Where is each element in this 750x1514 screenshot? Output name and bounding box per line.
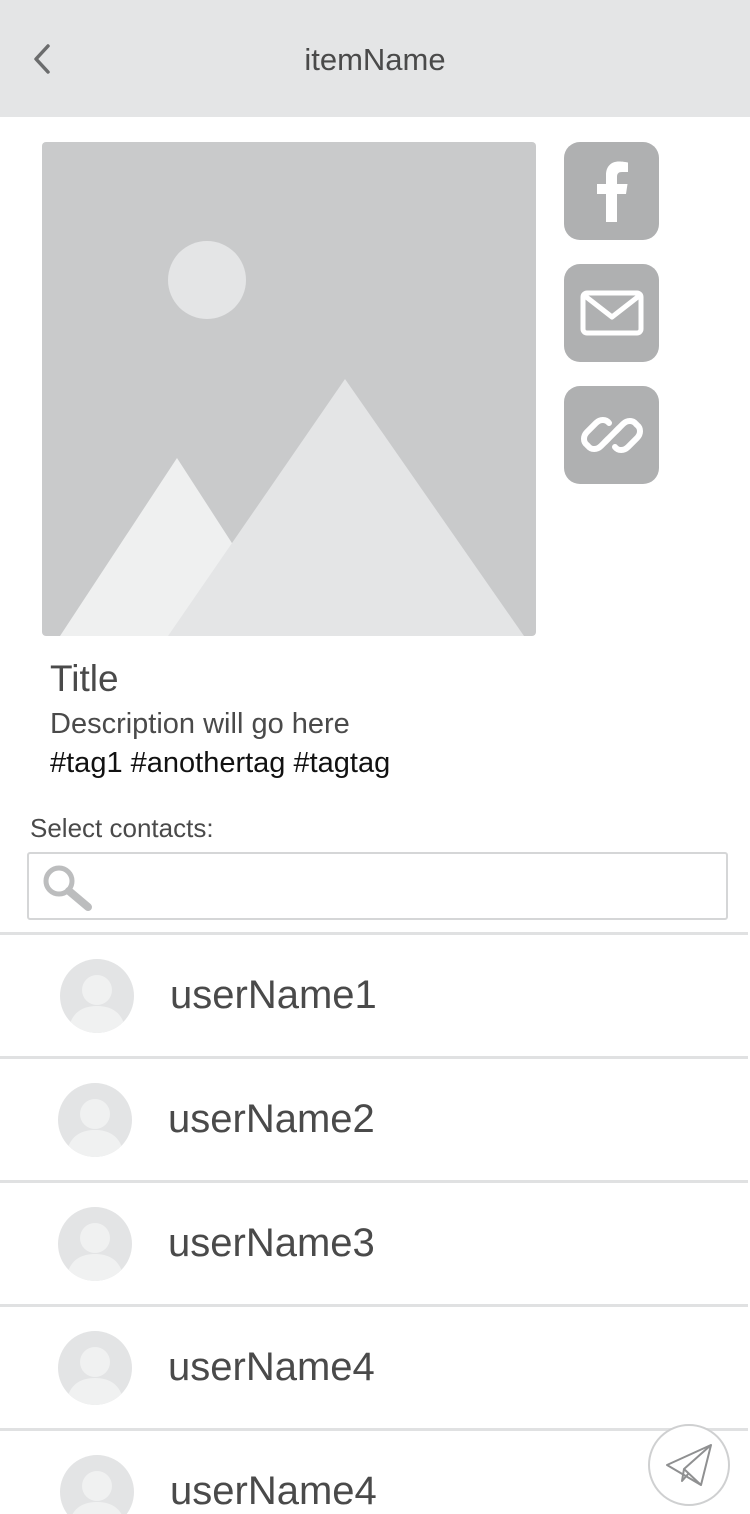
- image-placeholder-icon: [60, 241, 524, 636]
- user-icon: [66, 1099, 124, 1157]
- contact-name: userName4: [168, 1345, 375, 1389]
- item-image: [42, 142, 536, 636]
- contact-name: userName2: [168, 1097, 375, 1141]
- contact-item[interactable]: userName2: [0, 1059, 748, 1180]
- user-icon: [66, 1347, 124, 1405]
- copy-link-button[interactable]: [564, 386, 659, 484]
- avatar: [58, 1083, 132, 1157]
- contact-item[interactable]: userName3: [0, 1183, 748, 1304]
- send-button[interactable]: [648, 1424, 730, 1506]
- share-facebook-button[interactable]: [564, 142, 659, 240]
- contact-name: userName4: [170, 1469, 377, 1513]
- app-header: itemName: [0, 0, 750, 117]
- item-title: Title: [50, 658, 119, 699]
- user-icon: [66, 1223, 124, 1281]
- avatar: [60, 1455, 134, 1514]
- user-icon: [72, 1471, 122, 1514]
- contact-name: userName3: [168, 1221, 375, 1265]
- contact-name: userName1: [170, 973, 377, 1017]
- contact-item[interactable]: userName1: [0, 935, 748, 1056]
- avatar: [60, 959, 134, 1033]
- mail-icon: [580, 290, 643, 336]
- facebook-icon: [596, 161, 628, 222]
- share-email-button[interactable]: [564, 264, 659, 362]
- item-tags: #tag1 #anothertag #tagtag: [50, 747, 391, 779]
- avatar: [58, 1331, 132, 1405]
- search-icon: [43, 865, 92, 911]
- avatar: [58, 1207, 132, 1281]
- contact-item[interactable]: userName4: [0, 1431, 748, 1514]
- link-icon: [580, 417, 643, 453]
- item-description: Description will go here: [50, 708, 350, 740]
- contact-item[interactable]: userName4: [0, 1307, 748, 1428]
- contact-search-box[interactable]: [27, 852, 728, 920]
- select-contacts-label: Select contacts:: [30, 813, 214, 843]
- page-title: itemName: [304, 42, 446, 77]
- user-icon: [68, 975, 126, 1033]
- paper-plane-icon: [666, 1444, 712, 1486]
- search-input[interactable]: [101, 862, 715, 910]
